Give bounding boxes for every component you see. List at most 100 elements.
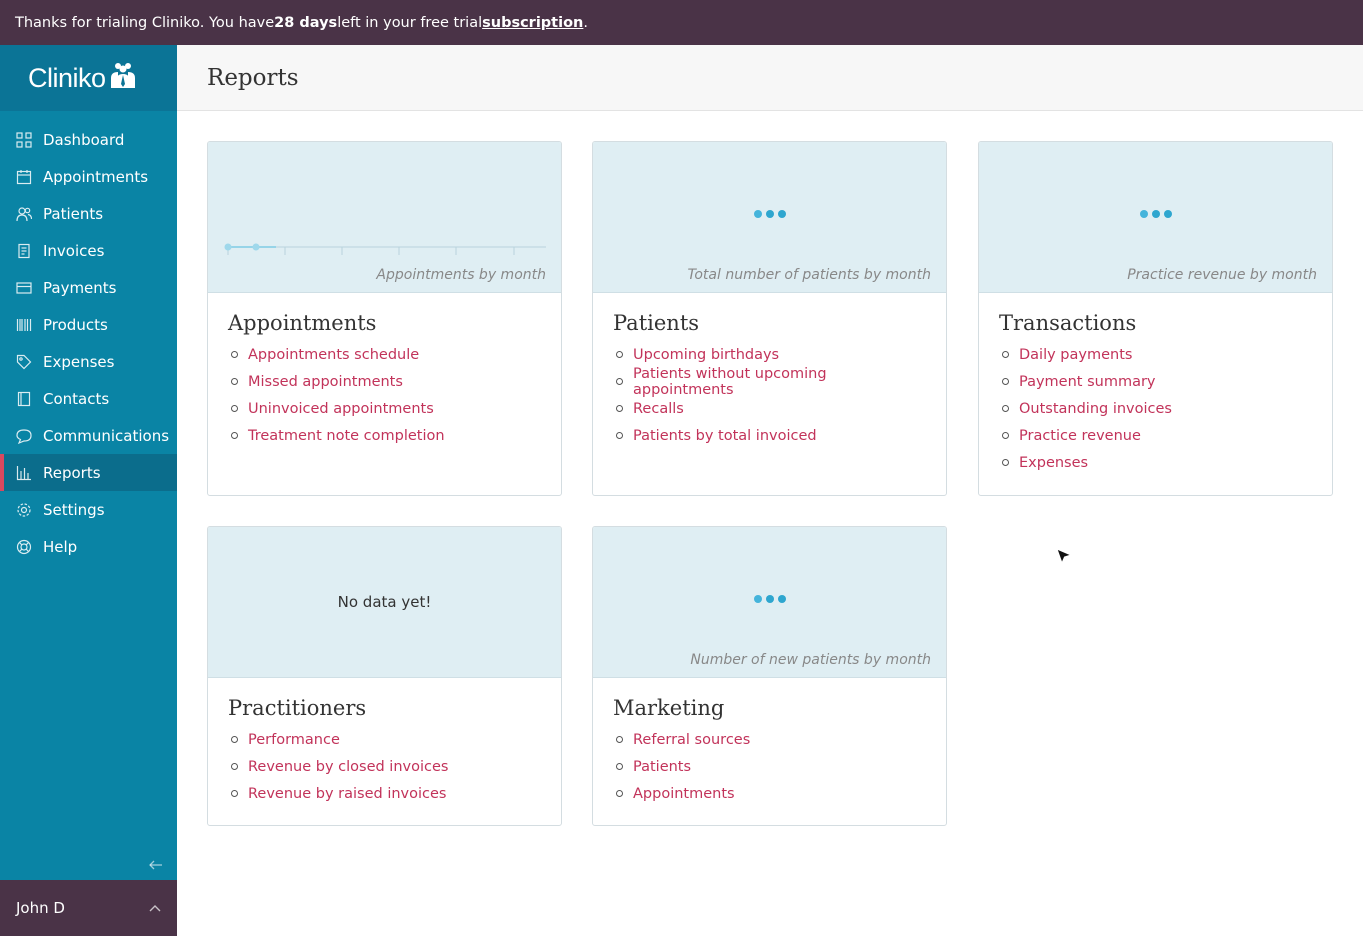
no-data-message: No data yet!	[337, 593, 432, 611]
sidebar-item-appointments[interactable]: Appointments	[0, 158, 177, 195]
page-title: Reports	[207, 64, 299, 91]
user-menu[interactable]: John D	[0, 880, 177, 936]
loading-indicator	[753, 210, 786, 218]
report-link-performance[interactable]: Performance	[248, 732, 340, 748]
sidebar-item-reports[interactable]: Reports	[0, 454, 177, 491]
list-item: Patients by total invoiced	[613, 422, 926, 449]
list-item: Treatment note completion	[228, 422, 541, 449]
report-link-marketing-appointments[interactable]: Appointments	[633, 786, 735, 802]
card-title: Practitioners	[228, 696, 367, 720]
list-item: Recalls	[613, 395, 926, 422]
sidebar-item-communications[interactable]: Communications	[0, 417, 177, 454]
sidebar-item-label: Payments	[43, 278, 117, 297]
report-link-marketing-patients[interactable]: Patients	[633, 759, 691, 775]
sidebar-item-label: Reports	[43, 463, 101, 482]
sidebar-item-contacts[interactable]: Contacts	[0, 380, 177, 417]
list-item: Patients	[613, 753, 926, 780]
practitioners-chart: No data yet!	[208, 527, 561, 678]
list-item: Practice revenue	[999, 422, 1312, 449]
report-link-daily-payments[interactable]: Daily payments	[1019, 347, 1132, 363]
report-link-payment-summary[interactable]: Payment summary	[1019, 374, 1156, 390]
grid-icon	[15, 131, 32, 148]
sidebar-item-invoices[interactable]: Invoices	[0, 232, 177, 269]
report-link-missed-appointments[interactable]: Missed appointments	[248, 374, 403, 390]
sidebar-item-label: Communications	[43, 426, 170, 445]
report-link-patients-by-total-invoiced[interactable]: Patients by total invoiced	[633, 428, 817, 444]
report-link-appointments-schedule[interactable]: Appointments schedule	[248, 347, 419, 363]
appointments-chart: Appointments by month	[208, 142, 561, 293]
report-link-patients-without-upcoming[interactable]: Patients without upcoming appointments	[633, 366, 926, 398]
sidebar-item-dashboard[interactable]: Dashboard	[0, 121, 177, 158]
report-card-appointments: Appointments by month Appointments Appoi…	[207, 141, 562, 496]
list-item: Daily payments	[999, 341, 1312, 368]
report-links: Performance Revenue by closed invoices R…	[228, 726, 541, 807]
sidebar-item-label: Contacts	[43, 389, 110, 408]
report-link-revenue-closed-invoices[interactable]: Revenue by closed invoices	[248, 759, 448, 775]
sidebar-item-payments[interactable]: Payments	[0, 269, 177, 306]
sidebar-item-label: Expenses	[43, 352, 115, 371]
tag-icon	[15, 353, 32, 370]
marketing-chart: Number of new patients by month	[593, 527, 946, 678]
chart-caption: Number of new patients by month	[690, 652, 931, 668]
chart-caption: Practice revenue by month	[1127, 267, 1317, 283]
chart-caption: Total number of patients by month	[687, 267, 931, 283]
sidebar-item-label: Settings	[43, 500, 105, 519]
lifebuoy-icon	[15, 538, 32, 555]
arrow-left-icon[interactable]	[149, 855, 163, 874]
report-link-uninvoiced-appointments[interactable]: Uninvoiced appointments	[248, 401, 434, 417]
sidebar-item-settings[interactable]: Settings	[0, 491, 177, 528]
card-title: Appointments	[228, 311, 377, 335]
users-icon	[15, 205, 32, 222]
report-link-treatment-note-completion[interactable]: Treatment note completion	[248, 428, 445, 444]
list-item: Revenue by closed invoices	[228, 753, 541, 780]
list-item: Referral sources	[613, 726, 926, 753]
loading-indicator	[1139, 210, 1172, 218]
list-item: Missed appointments	[228, 368, 541, 395]
report-link-practice-revenue[interactable]: Practice revenue	[1019, 428, 1141, 444]
chart-caption: Appointments by month	[376, 267, 546, 283]
report-card-patients: Total number of patients by month Patien…	[592, 141, 947, 496]
subscription-link[interactable]: subscription	[482, 15, 583, 31]
trial-banner-suffix: .	[583, 14, 588, 31]
report-link-outstanding-invoices[interactable]: Outstanding invoices	[1019, 401, 1172, 417]
report-links: Appointments schedule Missed appointment…	[228, 341, 541, 449]
card-title: Patients	[613, 311, 700, 335]
book-icon	[15, 390, 32, 407]
list-item: Performance	[228, 726, 541, 753]
logo-icon	[110, 63, 135, 88]
report-links: Daily payments Payment summary Outstandi…	[999, 341, 1312, 476]
invoice-icon	[15, 242, 32, 259]
sidebar-nav: Dashboard Appointments Patients Invoices…	[0, 121, 177, 565]
barcode-icon	[15, 316, 32, 333]
sidebar-item-help[interactable]: Help	[0, 528, 177, 565]
sidebar-item-label: Invoices	[43, 241, 105, 260]
sidebar-item-patients[interactable]: Patients	[0, 195, 177, 232]
sidebar-item-products[interactable]: Products	[0, 306, 177, 343]
card-title: Marketing	[613, 696, 725, 720]
loading-indicator	[753, 595, 786, 603]
logo-text: Cliniko	[28, 62, 106, 93]
report-link-referral-sources[interactable]: Referral sources	[633, 732, 750, 748]
calendar-icon	[15, 168, 32, 185]
sidebar: Cliniko Dashboard Appointments Patients …	[0, 45, 177, 936]
list-item: Upcoming birthdays	[613, 341, 926, 368]
report-link-upcoming-birthdays[interactable]: Upcoming birthdays	[633, 347, 779, 363]
bar-chart-icon	[15, 464, 32, 481]
transactions-chart: Practice revenue by month	[979, 142, 1332, 293]
report-card-transactions: Practice revenue by month Transactions D…	[978, 141, 1333, 496]
user-name: John D	[16, 899, 65, 917]
gear-icon	[15, 501, 32, 518]
patients-chart: Total number of patients by month	[593, 142, 946, 293]
sidebar-item-expenses[interactable]: Expenses	[0, 343, 177, 380]
list-item: Appointments	[613, 780, 926, 807]
sidebar-item-label: Help	[43, 537, 78, 556]
report-link-recalls[interactable]: Recalls	[633, 401, 684, 417]
report-link-revenue-raised-invoices[interactable]: Revenue by raised invoices	[248, 786, 446, 802]
sidebar-item-label: Products	[43, 315, 108, 334]
sidebar-item-label: Appointments	[43, 167, 149, 186]
trial-days-remaining: 28 days	[274, 14, 338, 31]
report-card-marketing: Number of new patients by month Marketin…	[592, 526, 947, 826]
list-item: Uninvoiced appointments	[228, 395, 541, 422]
cliniko-logo[interactable]: Cliniko	[0, 45, 177, 111]
report-link-expenses[interactable]: Expenses	[1019, 455, 1088, 471]
